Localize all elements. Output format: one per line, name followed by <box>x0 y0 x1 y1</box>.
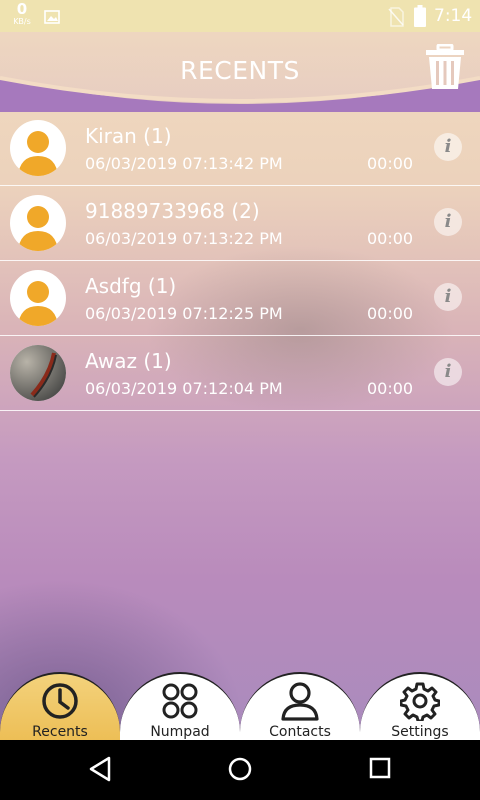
tab-numpad[interactable]: Numpad <box>120 672 240 740</box>
home-icon <box>228 757 252 781</box>
person-icon <box>280 681 320 725</box>
photo-avatar <box>10 345 66 401</box>
no-sim-icon <box>388 7 404 31</box>
call-datetime: 06/03/2019 07:12:04 PM <box>85 379 283 398</box>
recents-apps-button[interactable] <box>368 756 392 784</box>
home-button[interactable] <box>227 756 253 786</box>
bottom-tab-bar: Recents Numpad Contacts Settings <box>0 672 480 740</box>
call-duration: 00:00 <box>367 229 414 248</box>
tab-recents[interactable]: Recents <box>0 672 120 740</box>
network-speed: 0 KB/s <box>10 2 34 26</box>
tab-settings[interactable]: Settings <box>360 672 480 740</box>
tab-label: Numpad <box>150 724 210 740</box>
contact-name: 91889733968 (2) <box>85 199 260 223</box>
info-button[interactable]: i <box>434 283 462 311</box>
trash-icon <box>426 43 464 89</box>
tab-contacts[interactable]: Contacts <box>240 672 360 740</box>
call-duration: 00:00 <box>367 304 414 323</box>
clock-icon <box>40 681 80 725</box>
battery-icon <box>414 5 426 31</box>
network-speed-value: 0 <box>16 0 28 18</box>
overview-icon <box>369 757 391 779</box>
recent-calls-list: Kiran (1) 06/03/2019 07:13:42 PM 00:00 i… <box>0 111 480 411</box>
contact-name: Kiran (1) <box>85 124 172 148</box>
default-avatar <box>10 195 66 251</box>
call-duration: 00:00 <box>367 379 414 398</box>
gear-icon <box>399 681 441 725</box>
tab-label: Recents <box>32 724 88 740</box>
delete-all-button[interactable] <box>424 43 466 90</box>
call-datetime: 06/03/2019 07:13:42 PM <box>85 154 283 173</box>
call-row[interactable]: 91889733968 (2) 06/03/2019 07:13:22 PM 0… <box>0 186 480 261</box>
info-button[interactable]: i <box>434 208 462 236</box>
call-duration: 00:00 <box>367 154 414 173</box>
info-button[interactable]: i <box>434 133 462 161</box>
tab-label: Contacts <box>269 724 331 740</box>
contact-name: Asdfg (1) <box>85 274 177 298</box>
default-avatar <box>10 120 66 176</box>
system-nav-bar <box>0 740 480 800</box>
network-speed-unit: KB/s <box>13 17 31 26</box>
call-datetime: 06/03/2019 07:12:25 PM <box>85 304 283 323</box>
call-row[interactable]: Asdfg (1) 06/03/2019 07:12:25 PM 00:00 i <box>0 261 480 336</box>
status-time: 7:14 <box>434 6 473 26</box>
call-row[interactable]: Kiran (1) 06/03/2019 07:13:42 PM 00:00 i <box>0 111 480 186</box>
page-title: RECENTS <box>180 56 300 85</box>
call-row[interactable]: Awaz (1) 06/03/2019 07:12:04 PM 00:00 i <box>0 336 480 411</box>
app-screen: 0 KB/s 7:14 RECENTS Kiran (1) 06/03/2019… <box>0 0 480 740</box>
numpad-icon <box>160 681 200 725</box>
image-icon <box>44 9 60 28</box>
header: RECENTS <box>0 32 480 112</box>
contact-name: Awaz (1) <box>85 349 172 373</box>
back-icon <box>89 756 111 782</box>
status-bar: 0 KB/s 7:14 <box>0 0 480 32</box>
info-button[interactable]: i <box>434 358 462 386</box>
default-avatar <box>10 270 66 326</box>
call-datetime: 06/03/2019 07:13:22 PM <box>85 229 283 248</box>
back-button[interactable] <box>88 756 112 786</box>
tab-label: Settings <box>391 724 449 740</box>
